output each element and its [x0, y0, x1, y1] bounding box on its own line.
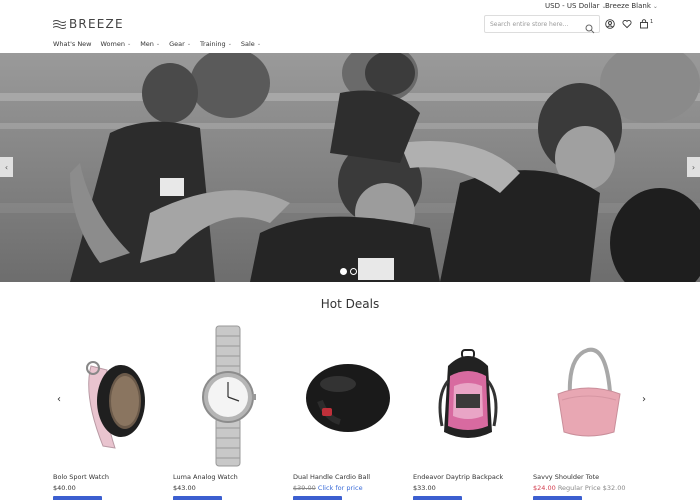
nav-item-sale[interactable]: Sale ⌄ [241, 40, 261, 48]
hero-dot-1[interactable] [340, 268, 347, 275]
backpack-icon [438, 349, 498, 438]
product-card[interactable]: Dual Handle Cardio Ball $39.00 Click for… [293, 322, 403, 500]
chevron-down-icon: ⌄ [126, 41, 132, 47]
currency-switcher[interactable]: USD - US Dollar ⌄ [545, 2, 607, 10]
cart-count: 1 [650, 19, 654, 25]
nav-item-gear[interactable]: Gear ⌄ [169, 40, 191, 48]
sale-price: $24.00 [533, 484, 556, 492]
store-switcher[interactable]: Breeze Blank ⌄ [605, 2, 658, 10]
logo-text: BREEZE [69, 17, 124, 31]
top-bar: USD - US Dollar ⌄ Breeze Blank ⌄ [0, 0, 700, 14]
product-price: $39.00 Click for price [293, 484, 363, 492]
hero-prev-arrow[interactable]: ‹ [0, 157, 13, 177]
wishlist-heart-icon[interactable] [621, 18, 632, 29]
product-price: $43.00 [173, 484, 196, 492]
nav-label: Sale [240, 40, 255, 48]
header-icons: 1 [604, 18, 653, 29]
product-card[interactable]: Savvy Shoulder Tote $24.00 Regular Price… [533, 322, 643, 500]
account-icon[interactable] [604, 18, 615, 29]
hero-dot-2[interactable] [350, 268, 357, 275]
product-image[interactable] [293, 322, 403, 470]
nav-item-training[interactable]: Training ⌄ [200, 40, 232, 48]
product-name[interactable]: Bolo Sport Watch [53, 473, 109, 481]
product-image[interactable] [173, 322, 283, 470]
product-image[interactable] [413, 322, 523, 470]
search-box[interactable] [484, 15, 600, 34]
click-for-price-link[interactable]: Click for price [318, 484, 363, 492]
logo[interactable]: BREEZE [53, 17, 124, 31]
regular-price-label: Regular Price [557, 484, 601, 492]
add-to-cart-button[interactable] [173, 496, 222, 500]
regular-price: $32.00 [602, 484, 626, 492]
add-to-cart-button[interactable] [533, 496, 582, 500]
product-name[interactable]: Endeavor Daytrip Backpack [413, 473, 503, 481]
nav-label: Women [100, 40, 125, 48]
old-price: $39.00 [293, 484, 316, 492]
chevron-down-icon: ⌄ [256, 41, 262, 47]
section-title: Hot Deals [320, 297, 380, 311]
product-price: $24.00 Regular Price $32.00 [533, 484, 626, 492]
nav-item-men[interactable]: Men ⌄ [140, 40, 160, 48]
add-to-cart-button[interactable] [53, 496, 102, 500]
product-card[interactable]: Bolo Sport Watch $40.00 [53, 322, 163, 500]
analog-watch-icon [202, 325, 256, 467]
product-price: $40.00 [53, 484, 76, 492]
product-name[interactable]: Dual Handle Cardio Ball [293, 473, 370, 481]
add-to-cart-button[interactable] [293, 496, 342, 500]
nav-item-women[interactable]: Women ⌄ [101, 40, 132, 48]
chevron-down-icon: ⌄ [227, 41, 232, 47]
hero-pagination [340, 268, 357, 275]
search-input[interactable] [485, 20, 579, 28]
nav-label: Men [140, 40, 154, 48]
nav-item-whats-new[interactable]: What's New [53, 40, 92, 48]
product-card[interactable]: Endeavor Daytrip Backpack $33.00 [413, 322, 523, 500]
currency-label: USD - US Dollar [545, 2, 600, 10]
product-name[interactable]: Savvy Shoulder Tote [533, 473, 599, 481]
chevron-down-icon: ⌄ [186, 41, 192, 47]
hero-image-runners [0, 53, 700, 282]
product-name[interactable]: Luma Analog Watch [173, 473, 238, 481]
product-price: $33.00 [413, 484, 436, 492]
search-icon[interactable] [585, 19, 595, 38]
tote-bag-icon [557, 347, 621, 437]
sport-watch-icon [86, 361, 145, 449]
main-nav: What's New Women ⌄ Men ⌄ Gear ⌄ Training ⌄ S… [53, 40, 261, 48]
add-to-cart-button[interactable] [413, 496, 462, 500]
store-label: Breeze Blank [605, 2, 651, 10]
nav-label: Training [200, 40, 226, 48]
hero-banner[interactable]: ‹ › [0, 53, 700, 282]
product-image[interactable] [533, 322, 643, 470]
wave-logo-icon [53, 19, 66, 29]
product-card[interactable]: Luma Analog Watch $43.00 [173, 322, 283, 500]
product-image[interactable] [53, 322, 163, 470]
cart-bag-icon[interactable] [638, 18, 649, 29]
nav-label: Gear [169, 40, 185, 48]
hero-next-arrow[interactable]: › [687, 157, 700, 177]
nav-label: What's New [53, 40, 92, 48]
chevron-down-icon: ⌄ [652, 2, 658, 10]
cardio-ball-icon [306, 364, 390, 432]
chevron-down-icon: ⌄ [155, 41, 161, 47]
